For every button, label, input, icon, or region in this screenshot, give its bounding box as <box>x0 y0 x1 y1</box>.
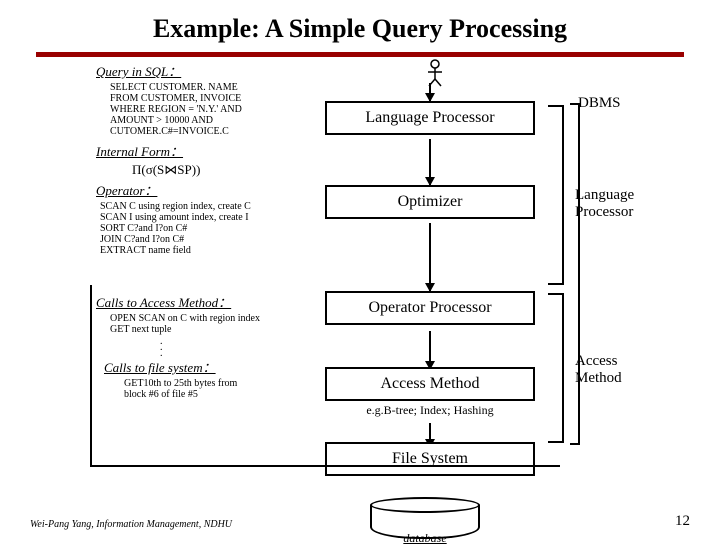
filesystem-calls-text: GET10th to 25th bytes from block #6 of f… <box>124 378 326 400</box>
operator-text: SCAN C using region index, create C SCAN… <box>100 201 326 256</box>
box-operator-processor: Operator Processor <box>325 291 535 325</box>
database-cylinder-icon: database <box>370 497 480 539</box>
box-language-processor: Language Processor <box>325 101 535 135</box>
box-file-system: File System <box>325 442 535 476</box>
arrow-down-icon <box>429 139 431 185</box>
query-sql-heading: Query in SQL： <box>96 61 326 80</box>
filesystem-calls-heading: Calls to file system： <box>104 357 326 376</box>
access-method-examples: e.g.B-tree; Index; Hashing <box>325 403 535 418</box>
slide-title: Example: A Simple Query Processing <box>0 0 720 52</box>
bracket-icon <box>548 105 564 285</box>
bracket-icon <box>548 293 564 443</box>
operator-heading: Operator： <box>96 180 326 199</box>
connector-line <box>90 285 92 465</box>
ellipsis-icon: ... <box>160 339 326 357</box>
right-label-language-processor: Language Processor <box>575 187 634 220</box>
access-calls-heading: Calls to Access Method： <box>96 292 326 311</box>
access-calls-text: OPEN SCAN on C with region index GET nex… <box>110 313 326 335</box>
box-access-method: Access Method <box>325 367 535 401</box>
relational-expression: Π(σ(S⋈SP)) <box>132 162 326 178</box>
arrow-down-icon <box>429 83 431 101</box>
left-column: Query in SQL： SELECT CUSTOMER. NAME FROM… <box>96 61 326 404</box>
database-label: database <box>370 531 480 546</box>
page-number: 12 <box>675 513 690 530</box>
bracket-icon <box>570 103 580 445</box>
footer-author: Wei-Pang Yang, Information Management, N… <box>30 519 232 530</box>
connector-line <box>90 465 560 467</box>
box-optimizer: Optimizer <box>325 185 535 219</box>
arrow-down-icon <box>429 331 431 369</box>
internal-form-heading: Internal Form： <box>96 141 326 160</box>
dbms-label: DBMS <box>578 95 621 112</box>
right-label-access-method: Access Method <box>575 353 622 386</box>
content-area: Query in SQL： SELECT CUSTOMER. NAME FROM… <box>0 57 720 487</box>
pipeline-column: Language Processor Optimizer Operator Pr… <box>325 57 535 476</box>
query-sql-text: SELECT CUSTOMER. NAME FROM CUSTOMER, INV… <box>110 82 326 137</box>
arrow-down-icon <box>429 223 431 291</box>
